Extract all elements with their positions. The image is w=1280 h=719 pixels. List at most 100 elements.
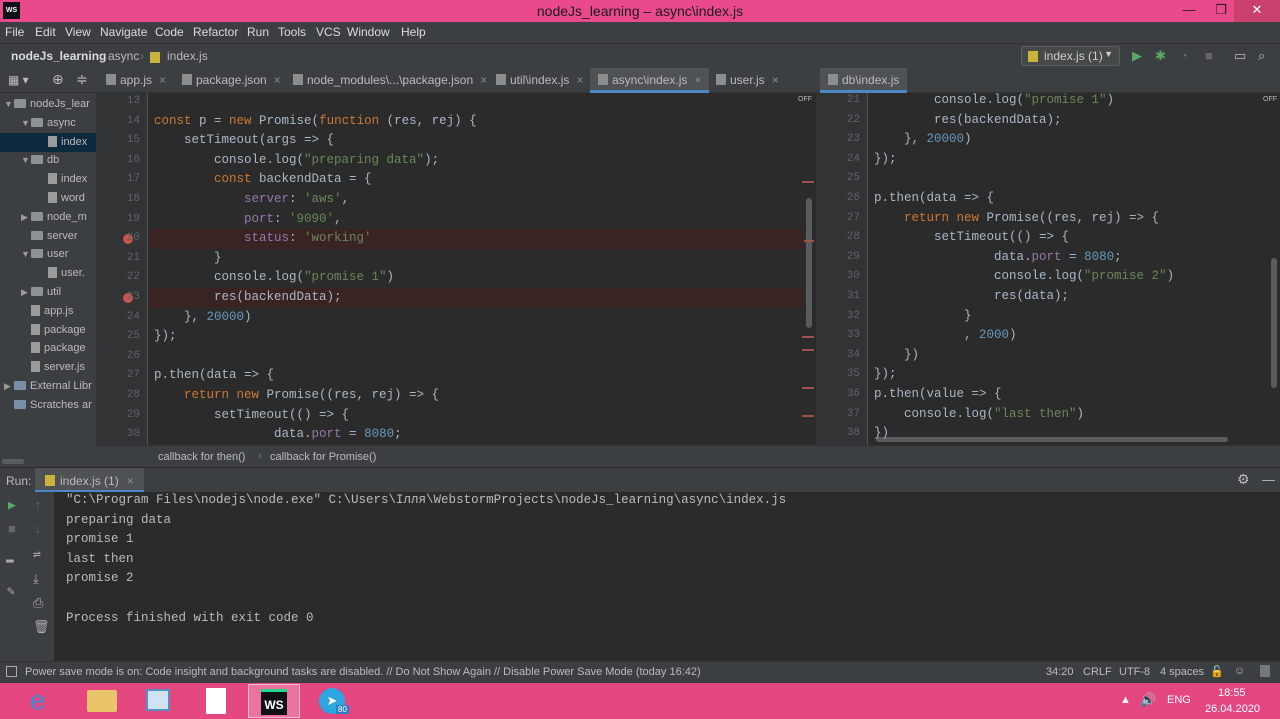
arrow-up-icon[interactable]: ↑	[34, 498, 42, 513]
tree-item[interactable]: app.js	[0, 302, 96, 321]
tree-item[interactable]: ▼ db	[0, 151, 96, 170]
arrow-down-icon[interactable]: ↓	[34, 522, 42, 537]
code-line[interactable]: data.port = 8080;	[874, 248, 1122, 268]
menu-tools[interactable]: Tools	[278, 25, 306, 39]
code-line[interactable]: data.port = 8080;	[154, 425, 402, 445]
code-line[interactable]: p.then(data => {	[874, 189, 994, 209]
webstorm-taskbar-icon[interactable]: WS	[248, 684, 300, 718]
rerun-icon[interactable]: ▶	[8, 498, 16, 513]
breadcrumb-callback-then[interactable]: callback for then()	[158, 451, 245, 463]
locate-icon[interactable]: ⊕	[52, 71, 64, 88]
tree-item[interactable]: package	[0, 321, 96, 340]
tree-item[interactable]: ▼ nodeJs_lear	[0, 95, 96, 114]
menu-window[interactable]: Window	[347, 25, 390, 39]
expand-arrow-icon[interactable]: ▶	[21, 208, 31, 227]
print-icon[interactable]: ⎙	[33, 596, 43, 611]
close-tab-icon[interactable]: ×	[576, 73, 583, 87]
tree-item[interactable]: word	[0, 189, 96, 208]
expand-arrow-icon[interactable]: ▼	[21, 151, 31, 170]
expand-arrow-icon[interactable]: ▶	[4, 377, 14, 396]
restore-icon[interactable]: ❐	[1206, 0, 1236, 22]
code-line[interactable]: setTimeout(args => {	[154, 131, 334, 151]
code-line[interactable]: , 2000)	[874, 326, 1017, 346]
layout-icon[interactable]: ▭	[1234, 48, 1246, 64]
code-line[interactable]: res(data);	[874, 287, 1069, 307]
tree-item[interactable]: ▶ util	[0, 283, 96, 302]
code-line[interactable]: });	[154, 327, 177, 347]
close-tab-icon[interactable]: ×	[480, 73, 487, 87]
error-stripe-marker[interactable]	[802, 336, 814, 338]
right-editor-hscrollbar[interactable]	[876, 437, 1228, 442]
hide-panel-icon[interactable]: —	[1262, 472, 1275, 487]
run-tab-index-js[interactable]: index.js (1) ×	[35, 468, 144, 493]
tab-async-index-js[interactable]: async\index.js ×	[590, 68, 710, 93]
breadcrumb-folder[interactable]: async	[108, 49, 139, 63]
tree-item[interactable]: index	[0, 132, 96, 152]
code-line[interactable]: p.then(data => {	[154, 366, 274, 386]
close-tab-icon[interactable]: ×	[694, 73, 701, 87]
power-save-message[interactable]: Power save mode is on: Code insight and …	[25, 666, 701, 678]
event-log-icon[interactable]	[1260, 665, 1270, 677]
menu-run[interactable]: Run	[247, 25, 269, 39]
collapse-icon[interactable]: ≑	[76, 71, 88, 88]
trash-icon[interactable]: 🗑	[33, 620, 50, 635]
scroll-to-end-icon[interactable]: ⤓	[33, 572, 39, 587]
close-icon[interactable]: ✕	[1234, 0, 1280, 22]
error-stripe-marker[interactable]	[802, 387, 814, 389]
pin-icon[interactable]: ✎	[7, 584, 15, 599]
menu-help[interactable]: Help	[401, 25, 426, 39]
caret-position[interactable]: 34:20	[1046, 666, 1074, 678]
internet-explorer-icon[interactable]: e	[18, 684, 70, 718]
tab-app-js[interactable]: app.js ×	[106, 68, 166, 93]
tool-windows-icon[interactable]	[6, 666, 17, 677]
file-encoding[interactable]: UTF-8	[1119, 666, 1150, 678]
line-separator[interactable]: CRLF	[1083, 666, 1112, 678]
tab-util-index-js[interactable]: util\index.js ×	[496, 68, 583, 93]
expand-arrow-icon[interactable]: ▼	[21, 114, 31, 133]
stop-icon[interactable]: ■	[1205, 48, 1213, 63]
breadcrumb-file[interactable]: index.js	[167, 49, 208, 63]
code-line[interactable]: res(backendData);	[874, 111, 1062, 131]
error-stripe-marker[interactable]	[802, 181, 814, 183]
tree-item[interactable]: ▼ async	[0, 114, 96, 133]
paint-icon[interactable]	[132, 684, 184, 718]
clock-date[interactable]: 26.04.2020	[1205, 703, 1260, 715]
clock-time[interactable]: 18:55	[1218, 687, 1246, 699]
tree-item[interactable]: ▼ user	[0, 245, 96, 264]
code-line[interactable]: return new Promise((res, rej) => {	[154, 386, 439, 406]
code-line[interactable]: })	[874, 424, 889, 444]
close-tab-icon[interactable]: ×	[274, 73, 281, 87]
breadcrumb-callback-promise[interactable]: callback for Promise()	[270, 451, 376, 463]
document-icon[interactable]	[190, 684, 242, 718]
code-line[interactable]: setTimeout(() => {	[154, 406, 349, 426]
left-editor-scrollbar[interactable]	[806, 198, 812, 328]
code-line[interactable]: console.log("last then")	[874, 405, 1084, 425]
code-line[interactable]: });	[874, 365, 897, 385]
tab-node-modules-package-json[interactable]: node_modules\...\package.json ×	[293, 68, 487, 93]
search-icon[interactable]: ⌕	[1258, 48, 1265, 64]
right-code-editor[interactable]: OFF 21 console.log("promise 1") 22 res(ba…	[816, 93, 1280, 445]
tree-item[interactable]: user.	[0, 264, 96, 283]
tree-item[interactable]: Scratches ar	[0, 396, 96, 415]
close-tab-icon[interactable]: ×	[127, 474, 134, 488]
breadcrumb-project[interactable]: nodeJs_learning	[11, 49, 106, 63]
lock-icon[interactable]: 🔓	[1210, 665, 1224, 678]
menu-view[interactable]: View	[65, 25, 91, 39]
menu-vcs[interactable]: VCS	[316, 25, 341, 39]
code-line[interactable]: console.log("preparing data");	[154, 151, 439, 171]
soft-wrap-icon[interactable]: ⇌	[33, 547, 41, 562]
run-icon[interactable]: ▶	[1132, 48, 1142, 64]
tree-item[interactable]: ▶ node_m	[0, 208, 96, 227]
volume-icon[interactable]: 🔊	[1140, 692, 1156, 708]
tray-expand-icon[interactable]: ▲	[1120, 694, 1131, 706]
menu-refactor[interactable]: Refactor	[193, 25, 238, 39]
menu-code[interactable]: Code	[155, 25, 184, 39]
coverage-icon[interactable]: ◔	[1180, 48, 1188, 63]
code-line[interactable]: }	[874, 307, 972, 327]
minimize-icon[interactable]: —	[1174, 0, 1204, 22]
indent-setting[interactable]: 4 spaces	[1160, 666, 1204, 678]
code-line[interactable]: setTimeout(() => {	[874, 228, 1069, 248]
tree-item[interactable]: server	[0, 227, 96, 246]
tree-item[interactable]: package	[0, 339, 96, 358]
menu-navigate[interactable]: Navigate	[100, 25, 147, 39]
